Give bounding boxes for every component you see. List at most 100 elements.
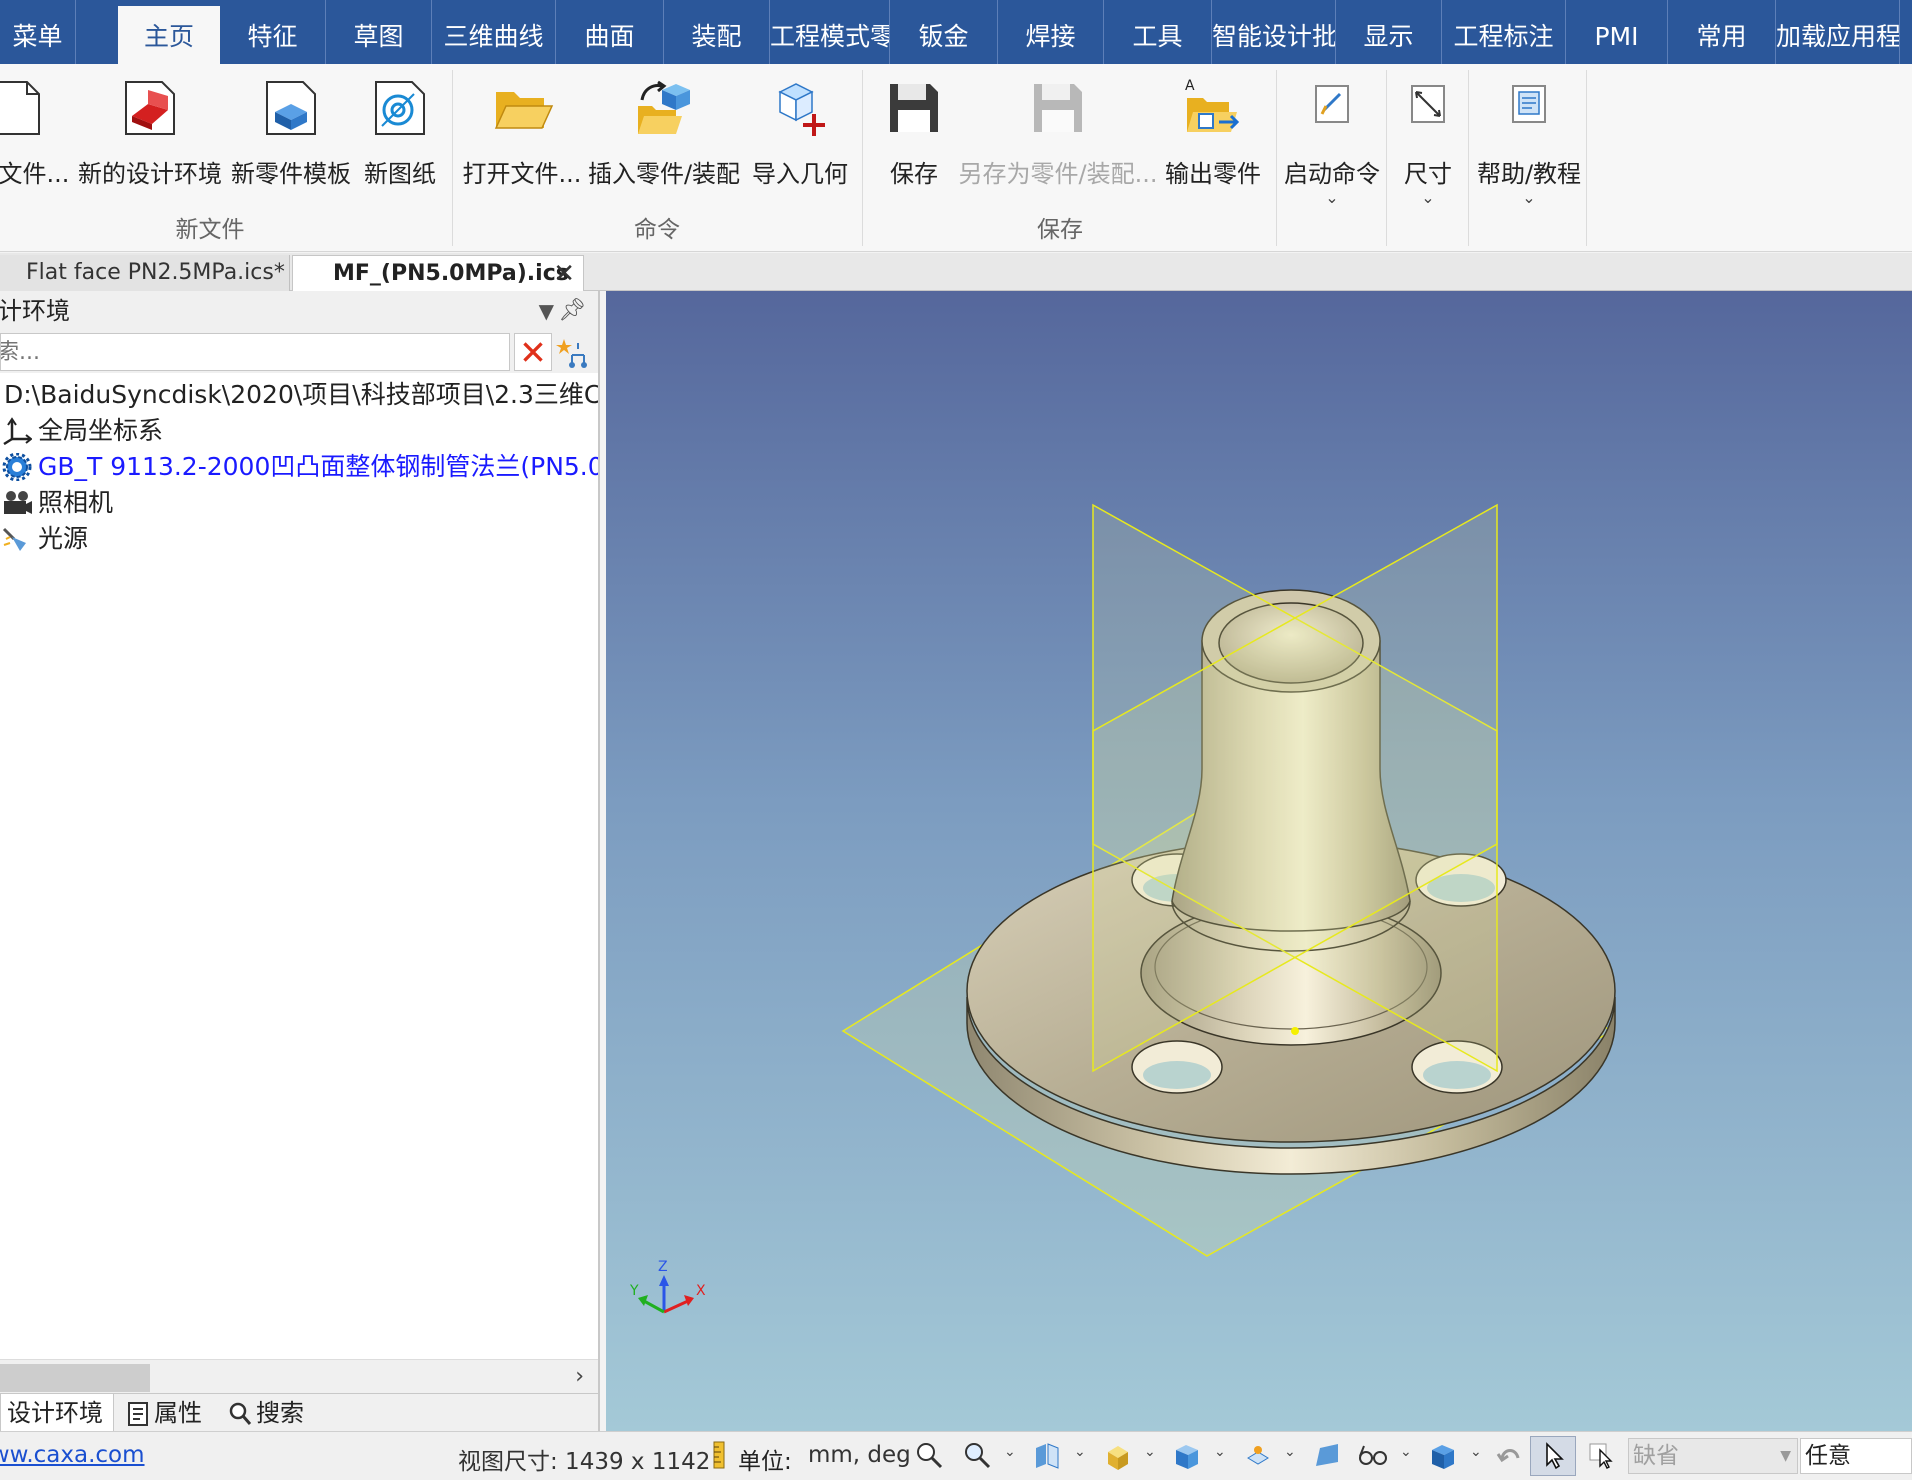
new-drawing-button[interactable]: 新图纸 xyxy=(360,74,440,224)
export-part-button[interactable]: A 输出零件 xyxy=(1162,74,1264,224)
tree-item-global-coordinates[interactable]: 全局坐标系 xyxy=(0,413,598,449)
tab-home[interactable]: 主页 xyxy=(118,6,220,64)
tab-menu[interactable]: 菜单 xyxy=(0,0,76,64)
design-tree: D:\BaiduSyncdisk\2020\项目\科技部项目\2.3三维CAD … xyxy=(0,377,598,557)
save-as-button[interactable]: 另存为零件/装配... xyxy=(959,74,1157,224)
tree-search-input[interactable] xyxy=(0,333,510,371)
flange-model-scene[interactable]: Z X Y xyxy=(606,291,1912,1431)
panel-footer-tabs: 设计环境 属性 搜索 xyxy=(0,1393,598,1432)
tab-properties[interactable]: 属性 xyxy=(126,1394,226,1432)
group-label-save: 保存 xyxy=(1037,217,1083,243)
undo-view-icon[interactable] xyxy=(1494,1440,1524,1470)
tab-surface[interactable]: 曲面 xyxy=(556,0,664,64)
scrollbar-thumb[interactable] xyxy=(0,1364,150,1392)
select-tool-button[interactable] xyxy=(1530,1436,1576,1476)
chevron-down-icon: ⌄ xyxy=(1421,188,1435,207)
pin-icon[interactable]: 📌︎ xyxy=(558,291,586,331)
tab-engineering-mode[interactable]: 工程模式零 xyxy=(770,0,890,64)
chevron-down-icon[interactable]: ⌄ xyxy=(1400,1444,1412,1460)
tab-common[interactable]: 常用 xyxy=(1668,0,1776,64)
open-folder-icon xyxy=(494,92,554,129)
zoom-fit-icon[interactable] xyxy=(914,1440,944,1470)
close-icon xyxy=(523,342,543,362)
ribbon-tab-bar: 菜单 主页 特征 草图 三维曲线 曲面 装配 工程模式零 钣金 焊接 工具 智能… xyxy=(0,0,1912,64)
document-tab-mf[interactable]: MF_(PN5.0MPa).ics ✕ xyxy=(292,255,584,291)
tab-display[interactable]: 显示 xyxy=(1336,0,1442,64)
zoom-icon[interactable] xyxy=(962,1440,992,1470)
tab-smart-design[interactable]: 智能设计批 xyxy=(1212,0,1336,64)
glasses-icon[interactable] xyxy=(1358,1440,1388,1470)
ruler-icon xyxy=(713,1441,725,1469)
new-file-icon xyxy=(0,81,41,135)
scroll-right-icon[interactable]: › xyxy=(575,1360,584,1394)
tree-item-light-source[interactable]: 光源 xyxy=(0,521,598,557)
tab-sheet-metal[interactable]: 钣金 xyxy=(890,0,998,64)
search-options-icon xyxy=(556,339,587,368)
part-template-icon xyxy=(266,81,316,135)
tab-3d-curve[interactable]: 三维曲线 xyxy=(432,0,556,64)
chevron-down-icon[interactable]: ⌄ xyxy=(1004,1444,1016,1460)
chevron-down-icon[interactable]: ⌄ xyxy=(1284,1444,1296,1460)
launch-command-button[interactable]: 启动命令 ⌄ xyxy=(1284,74,1380,224)
tab-annotation[interactable]: 工程标注 xyxy=(1442,0,1566,64)
solid-box-icon[interactable] xyxy=(1428,1440,1458,1470)
dropdown-arrow-icon[interactable]: ▼ xyxy=(539,291,554,331)
tree-item-flange-part[interactable]: GB_T 9113.2-2000凹凸面整体钢制管法兰(PN5.0MPa) xyxy=(0,449,598,485)
tab-assembly[interactable]: 装配 xyxy=(664,0,770,64)
axis-label-z: Z xyxy=(658,1259,668,1275)
filter-dropdown[interactable]: 缺省 ▼ xyxy=(1628,1438,1798,1474)
tree-root-path[interactable]: D:\BaiduSyncdisk\2020\项目\科技部项目\2.3三维CAD xyxy=(0,377,598,413)
origin-point[interactable] xyxy=(1291,1027,1299,1035)
axis-triad: Z X Y xyxy=(629,1259,706,1314)
insert-part-button[interactable]: 插入零件/装配 xyxy=(588,74,740,224)
tab-search[interactable]: 搜索 xyxy=(228,1394,338,1432)
tab-pmi[interactable]: PMI xyxy=(1566,0,1668,64)
dimension-button[interactable]: 尺寸 ⌄ xyxy=(1396,74,1460,224)
unit-value[interactable]: mm, deg xyxy=(808,1442,911,1468)
website-link[interactable]: www.caxa.com xyxy=(0,1442,145,1468)
close-icon[interactable]: ✕ xyxy=(553,256,575,292)
chevron-down-icon[interactable]: ⌄ xyxy=(1214,1444,1226,1460)
chevron-down-icon[interactable]: ⌄ xyxy=(1470,1444,1482,1460)
save-icon xyxy=(890,84,938,132)
import-geometry-icon xyxy=(778,83,825,136)
tab-sketch[interactable]: 草图 xyxy=(326,0,432,64)
new-part-template-button[interactable]: 新零件模板 xyxy=(231,74,351,224)
tab-features[interactable]: 特征 xyxy=(220,0,326,64)
tab-welding[interactable]: 焊接 xyxy=(998,0,1104,64)
tree-item-camera[interactable]: 照相机 xyxy=(0,485,598,521)
chevron-down-icon: ⌄ xyxy=(1325,188,1339,207)
launch-command-icon xyxy=(1315,85,1349,123)
document-tab-flat-face[interactable]: Flat face PN2.5MPa.ics* xyxy=(0,255,290,291)
selection-type-dropdown[interactable]: 任意 xyxy=(1800,1438,1912,1474)
pick-filter-icon[interactable] xyxy=(1588,1440,1618,1470)
section-view-icon[interactable] xyxy=(1242,1440,1272,1470)
new-design-env-button[interactable]: 新的设计环境 xyxy=(78,74,222,224)
new-file-button[interactable]: 新文件... xyxy=(0,74,69,224)
perspective-icon[interactable] xyxy=(1312,1440,1342,1470)
view-orient-icon[interactable] xyxy=(1032,1440,1062,1470)
axis-label-y: Y xyxy=(629,1283,639,1299)
unit-label: 单位: xyxy=(738,1449,792,1475)
dimension-icon xyxy=(1411,85,1445,123)
clear-search-button[interactable] xyxy=(514,333,552,371)
tab-design-environment[interactable]: 设计环境 xyxy=(0,1394,114,1432)
save-button[interactable]: 保存 xyxy=(878,74,950,224)
3d-viewport[interactable]: Z X Y xyxy=(606,291,1912,1431)
standard-view-icon[interactable] xyxy=(1172,1440,1202,1470)
open-file-button[interactable]: 打开文件... xyxy=(463,74,581,224)
tab-load-apps[interactable]: 加载应用程 xyxy=(1776,0,1900,64)
panel-header: 设计环境 ▼ 📌︎ xyxy=(0,291,598,331)
help-icon xyxy=(1512,85,1546,123)
render-mode-icon[interactable] xyxy=(1102,1440,1132,1470)
chevron-down-icon[interactable]: ⌄ xyxy=(1074,1444,1086,1460)
chevron-down-icon: ⌄ xyxy=(1522,188,1536,207)
import-geometry-button[interactable]: 导入几何 xyxy=(750,74,850,224)
chevron-down-icon[interactable]: ⌄ xyxy=(1144,1444,1156,1460)
horizontal-scrollbar[interactable]: › xyxy=(0,1359,598,1393)
save-as-icon xyxy=(1034,84,1082,132)
part-gear-icon xyxy=(2,453,32,481)
help-tutorial-button[interactable]: 帮助/教程 ⌄ xyxy=(1477,74,1581,224)
search-options-button[interactable] xyxy=(556,333,594,371)
tab-tools[interactable]: 工具 xyxy=(1104,0,1212,64)
